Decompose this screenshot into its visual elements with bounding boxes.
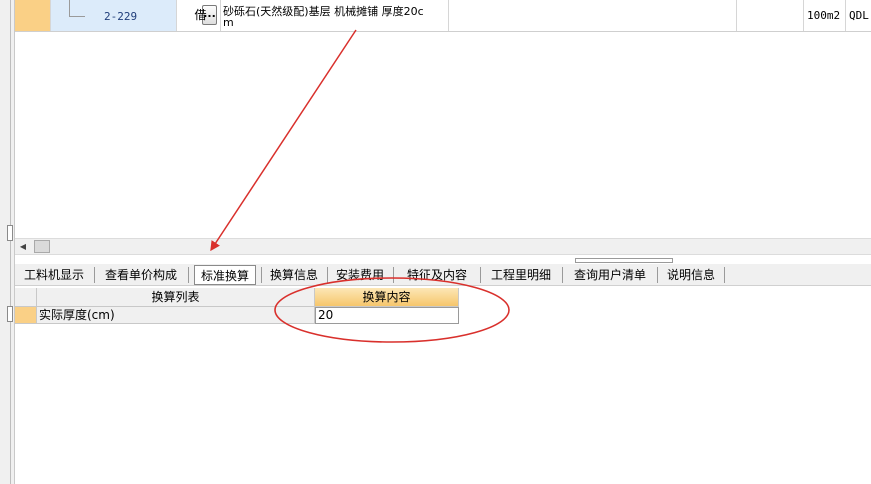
annotation-arrow	[210, 29, 357, 252]
tab-divider	[188, 267, 189, 283]
tab-divider	[657, 267, 658, 283]
tab-divider	[480, 267, 481, 283]
type-cell[interactable]: 借	[181, 0, 221, 31]
detail-tabbar: 工料机显示 查看单价构成 标准换算 换算信息 安装费用 特征及内容 工程里明细 …	[15, 264, 871, 286]
tab-quantity-detail[interactable]: 工程里明细	[485, 265, 557, 285]
column-header-conversion-content[interactable]: 换算内容	[315, 288, 459, 307]
tab-unit-price[interactable]: 查看单价构成	[99, 265, 183, 285]
empty-cell[interactable]	[449, 0, 737, 31]
name-text-line2: m	[223, 16, 234, 29]
row-indicator[interactable]	[15, 307, 37, 324]
scroll-left-icon[interactable]: ◀	[17, 240, 29, 254]
quota-grid: 2-229 ... 借 砂砾石(天然级配)基层 机械摊铺 厚度20c m 100…	[15, 0, 871, 32]
quota-code: 2-229	[104, 10, 138, 23]
horizontal-scrollbar[interactable]: ◀	[15, 238, 871, 255]
tab-install-fee[interactable]: 安装费用	[332, 265, 388, 285]
code-cell[interactable]: 2-229 ...	[51, 0, 217, 31]
column-header-conversion-list[interactable]: 换算列表	[37, 288, 315, 307]
left-splitter[interactable]	[0, 0, 15, 484]
row-indicator[interactable]	[15, 0, 51, 31]
conversion-item-name: 实际厚度(cm)	[37, 307, 315, 324]
splitter-line	[10, 0, 11, 484]
name-cell[interactable]: 砂砾石(天然级配)基层 机械摊铺 厚度20c m	[221, 0, 449, 31]
tab-divider	[94, 267, 95, 283]
panel-splitter-grip[interactable]	[575, 258, 673, 263]
tab-labor-material[interactable]: 工料机显示	[19, 265, 89, 285]
conversion-value-input[interactable]: 20	[315, 307, 459, 324]
tree-connector	[69, 16, 85, 17]
source-cell[interactable]: QDL	[846, 0, 871, 31]
tree-connector	[69, 0, 70, 16]
tab-standard-conversion[interactable]: 标准换算	[194, 265, 256, 285]
tab-description[interactable]: 说明信息	[662, 265, 720, 285]
name-text-line1: 砂砾石(天然级配)基层 机械摊铺 厚度20c	[223, 5, 424, 18]
tab-divider	[562, 267, 563, 283]
scrollbar-thumb[interactable]	[34, 240, 50, 253]
splitter-grip-icon[interactable]	[7, 225, 13, 241]
splitter-grip-icon[interactable]	[7, 306, 13, 322]
tab-features[interactable]: 特征及内容	[398, 265, 476, 285]
grid-corner	[15, 288, 37, 307]
tab-divider	[261, 267, 262, 283]
tab-divider	[327, 267, 328, 283]
unit-cell[interactable]: 100m2	[804, 0, 846, 31]
tab-divider	[393, 267, 394, 283]
tab-user-list[interactable]: 查询用户清单	[567, 265, 653, 285]
tab-conversion-info[interactable]: 换算信息	[266, 265, 322, 285]
tab-divider	[724, 267, 725, 283]
empty-cell[interactable]	[737, 0, 804, 31]
